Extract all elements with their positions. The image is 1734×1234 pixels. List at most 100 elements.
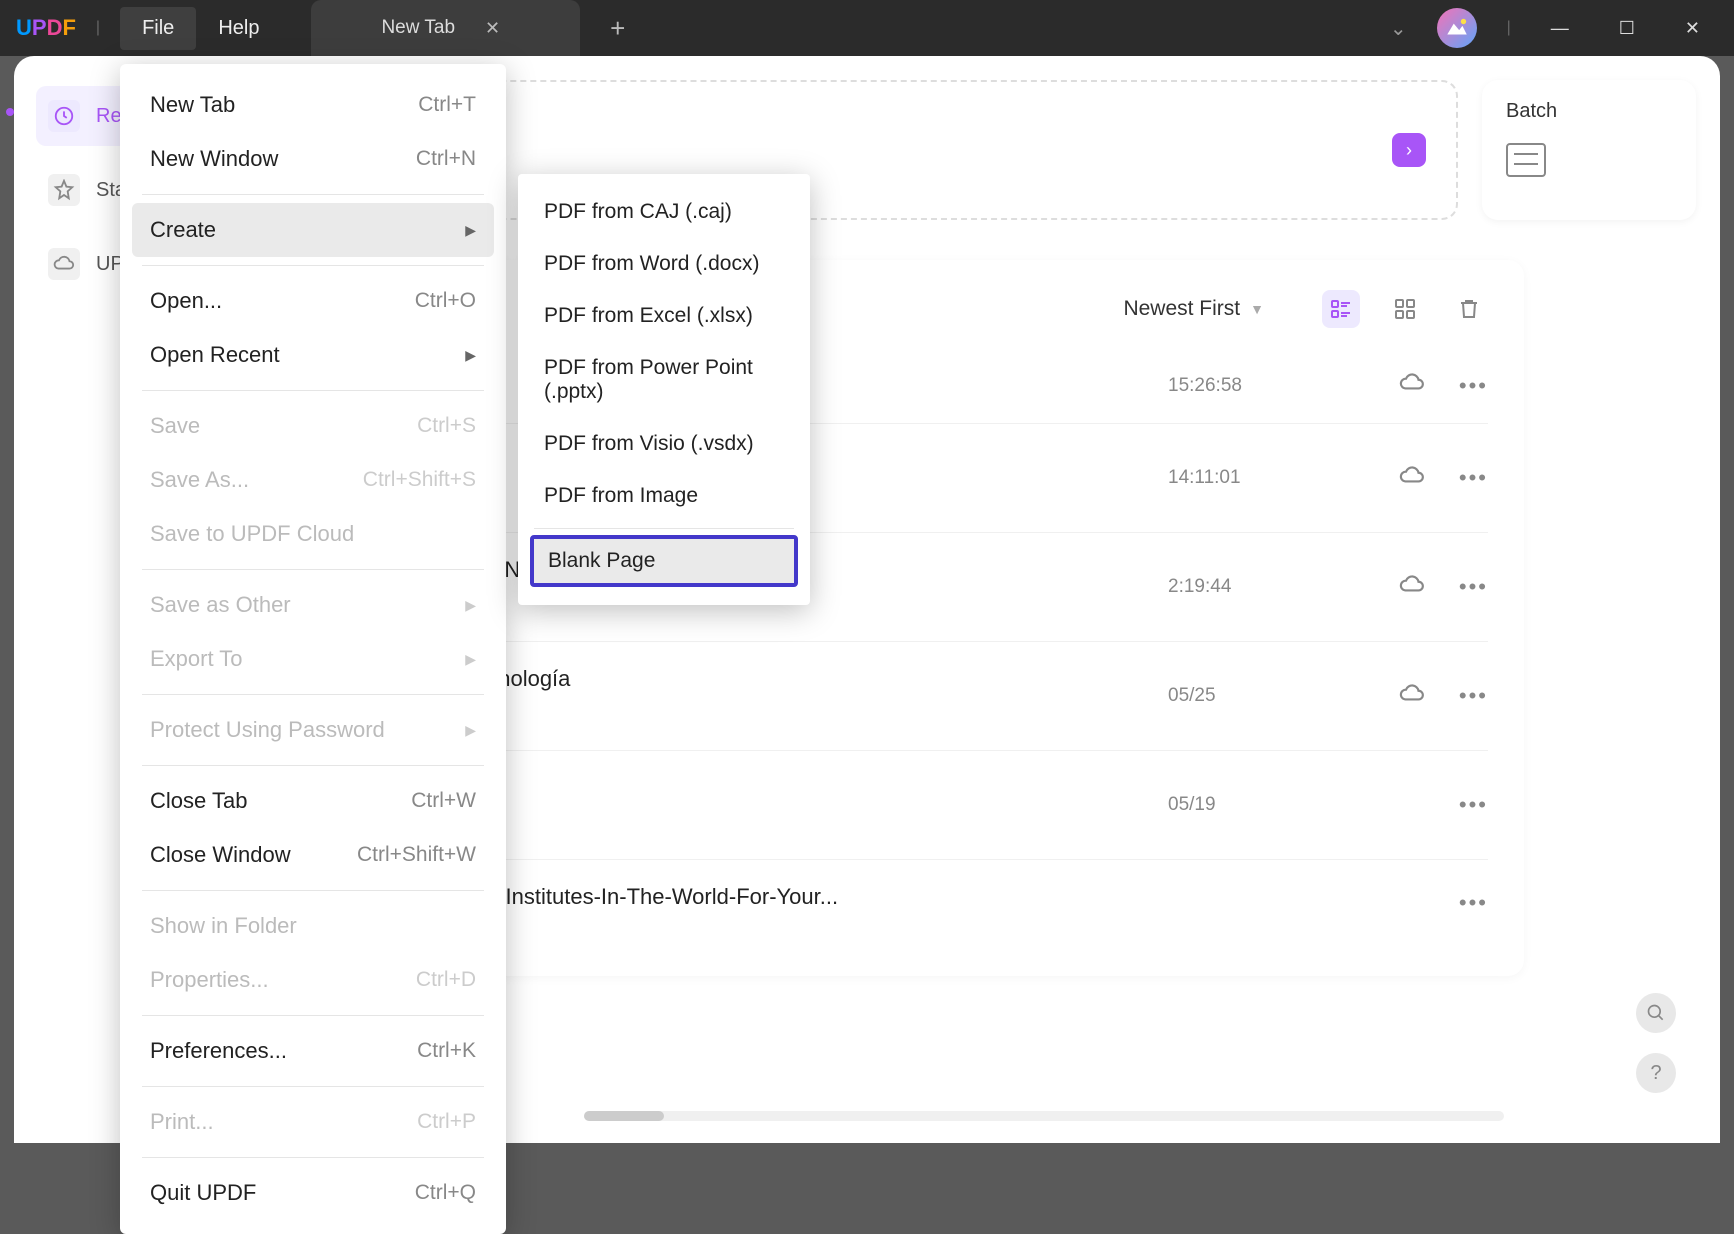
close-icon[interactable]: ✕ — [485, 18, 500, 39]
menu-separator — [142, 390, 484, 391]
star-icon — [48, 174, 80, 206]
menu-item[interactable]: New Tab Ctrl+T — [132, 78, 494, 132]
avatar-icon — [1444, 15, 1470, 41]
menu-item-label: New Tab — [150, 92, 235, 118]
sort-dropdown[interactable]: Newest First ▼ — [1111, 291, 1276, 327]
batch-card[interactable]: Batch — [1482, 80, 1696, 220]
maximize-button[interactable]: ☐ — [1609, 12, 1645, 45]
chevron-right-icon: ▶ — [465, 651, 476, 668]
menu-item[interactable]: New Window Ctrl+N — [132, 132, 494, 186]
row-time: 05/25 — [1168, 685, 1368, 707]
menu-item[interactable]: Create▶ — [132, 203, 494, 257]
menu-item-label: Save to UPDF Cloud — [150, 521, 354, 547]
submenu-item[interactable]: PDF from Image — [526, 470, 802, 522]
scrollbar-horizontal[interactable] — [584, 1111, 1504, 1121]
cloud-icon[interactable] — [1399, 372, 1425, 399]
menu-shortcut: Ctrl+P — [417, 1110, 476, 1134]
menu-shortcut: Ctrl+Shift+W — [357, 843, 476, 867]
menu-item-label: Properties... — [150, 967, 269, 993]
cloud-icon[interactable] — [1399, 683, 1425, 710]
menu-item[interactable]: Open Recent ▶ — [132, 328, 494, 382]
menu-item-label: Open Recent — [150, 342, 280, 368]
help-button[interactable]: ? — [1636, 1053, 1676, 1093]
view-icons — [1322, 290, 1488, 328]
menu-separator — [142, 1015, 484, 1016]
grid-view-button[interactable] — [1386, 290, 1424, 328]
search-icon — [1646, 1003, 1666, 1023]
submenu-item[interactable]: PDF from Word (.docx) — [526, 238, 802, 290]
menu-item[interactable]: Quit UPDFCtrl+Q — [132, 1166, 494, 1220]
tab-new[interactable]: New Tab ✕ — [311, 0, 580, 56]
minimize-button[interactable]: — — [1541, 12, 1579, 45]
more-icon[interactable]: ••• — [1459, 373, 1488, 399]
more-icon[interactable]: ••• — [1459, 792, 1488, 818]
menu-item[interactable]: Close Window Ctrl+Shift+W — [132, 828, 494, 882]
submenu-item[interactable]: PDF from Excel (.xlsx) — [526, 290, 802, 342]
sort-label: Newest First — [1123, 297, 1240, 321]
menu-item-label: Print... — [150, 1109, 214, 1135]
menu-item: SaveCtrl+S — [132, 399, 494, 453]
menu-shortcut: Ctrl+T — [418, 93, 476, 117]
menu-shortcut: Ctrl+K — [417, 1039, 476, 1063]
menu-item-label: Quit UPDF — [150, 1180, 256, 1206]
file-menu-button[interactable]: File — [120, 7, 196, 50]
app-logo: UPDF — [16, 15, 76, 41]
new-tab-button[interactable]: + — [610, 13, 625, 44]
menu-separator — [142, 890, 484, 891]
menu-item: Export To ▶ — [132, 632, 494, 686]
more-icon[interactable]: ••• — [1459, 890, 1488, 916]
submenu-item[interactable]: PDF from Power Point (.pptx) — [526, 342, 802, 418]
menu-item[interactable]: Open...Ctrl+O — [132, 274, 494, 328]
batch-title: Batch — [1506, 100, 1672, 123]
active-indicator — [6, 108, 14, 116]
menu-item-label: Close Window — [150, 842, 291, 868]
help-menu-button[interactable]: Help — [196, 7, 281, 50]
file-dropdown: New Tab Ctrl+T New Window Ctrl+N Create▶ Open… — [120, 64, 506, 1234]
menu-shortcut: Ctrl+N — [416, 147, 476, 171]
menu-item[interactable]: Preferences... Ctrl+K — [132, 1024, 494, 1078]
submenu-item[interactable]: Blank Page — [530, 535, 798, 587]
menu-item: Save to UPDF Cloud — [132, 507, 494, 561]
close-button[interactable]: ✕ — [1675, 12, 1710, 45]
menu-separator — [142, 1086, 484, 1087]
menu-item-label: Save — [150, 413, 200, 439]
chevron-down-icon[interactable]: ⌄ — [1390, 16, 1407, 41]
submenu-item[interactable]: PDF from CAJ (.caj) — [526, 186, 802, 238]
menu-item-label: Protect Using Password — [150, 717, 385, 743]
list-view-button[interactable] — [1322, 290, 1360, 328]
scrollbar-thumb[interactable] — [584, 1111, 664, 1121]
row-actions: ••• — [1368, 792, 1488, 818]
search-button[interactable] — [1636, 993, 1676, 1033]
chevron-right-icon: ▶ — [465, 222, 476, 239]
avatar[interactable] — [1437, 8, 1477, 48]
cloud-icon — [48, 248, 80, 280]
menu-separator — [142, 1157, 484, 1158]
divider: | — [96, 19, 100, 37]
cloud-icon[interactable] — [1399, 574, 1425, 601]
create-submenu: PDF from CAJ (.caj)PDF from Word (.docx)… — [518, 174, 810, 605]
menu-item-label: Save As... — [150, 467, 249, 493]
chevron-right-icon: ▶ — [465, 722, 476, 739]
chevron-right-icon: ▶ — [465, 347, 476, 364]
more-icon[interactable]: ••• — [1459, 574, 1488, 600]
menu-separator — [534, 528, 794, 529]
chevron-right-icon: ▶ — [465, 597, 476, 614]
menu-item-label: Export To — [150, 646, 243, 672]
divider: | — [1507, 19, 1511, 37]
arrow-right-icon[interactable]: › — [1392, 133, 1426, 167]
menu-item: Show in Folder — [132, 899, 494, 953]
trash-button[interactable] — [1450, 290, 1488, 328]
menu-item[interactable]: Close TabCtrl+W — [132, 774, 494, 828]
help-icon: ? — [1650, 1062, 1661, 1085]
submenu-item[interactable]: PDF from Visio (.vsdx) — [526, 418, 802, 470]
menu-item-label: Preferences... — [150, 1038, 287, 1064]
row-actions: ••• — [1368, 574, 1488, 601]
menu-item-label: Save as Other — [150, 592, 291, 618]
more-icon[interactable]: ••• — [1459, 465, 1488, 491]
more-icon[interactable]: ••• — [1459, 683, 1488, 709]
menu-shortcut: Ctrl+D — [416, 968, 476, 992]
menu-item-label: New Window — [150, 146, 278, 172]
row-actions: ••• — [1368, 372, 1488, 399]
menu-item-label: Close Tab — [150, 788, 247, 814]
cloud-icon[interactable] — [1399, 465, 1425, 492]
